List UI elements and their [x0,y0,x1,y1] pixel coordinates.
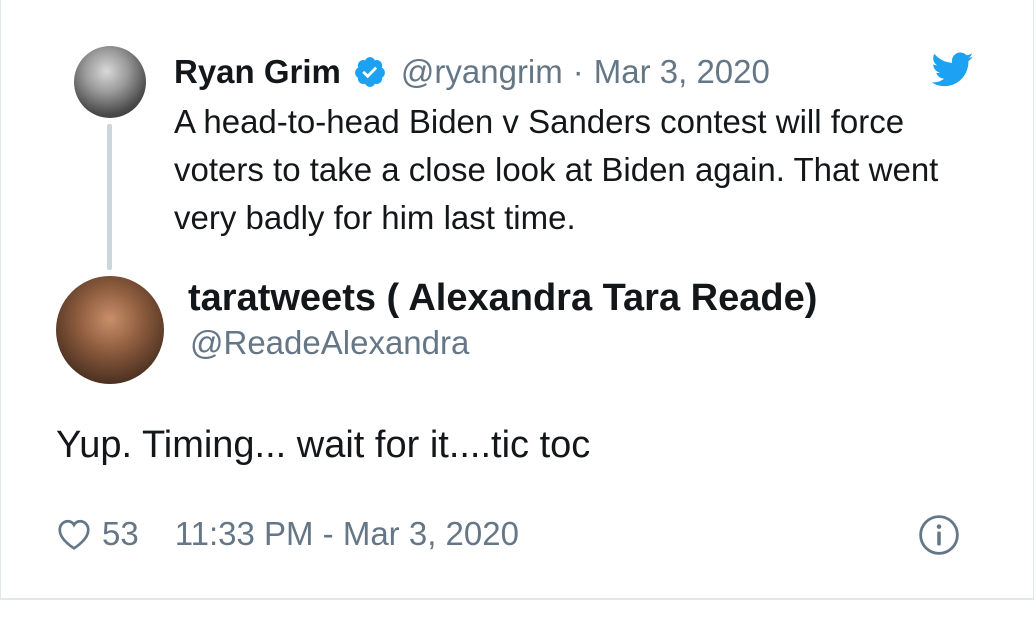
quoted-author-name[interactable]: Ryan Grim [174,53,341,91]
avatar-taratweets[interactable] [56,276,164,384]
avatar-ryan-grim[interactable] [74,46,146,118]
tweet-timestamp[interactable]: 11:33 PM - Mar 3, 2020 [175,515,519,553]
header-separator: · [572,53,584,90]
reply-author-name[interactable]: taratweets ( Alexandra Tara Reade) [188,277,817,320]
reply-author-handle[interactable]: @ReadeAlexandra [190,324,469,362]
twitter-bird-icon[interactable] [932,52,974,88]
thread-connector-line [107,124,112,270]
reply-tweet-text: Yup. Timing... wait for it....tic toc [56,424,591,466]
info-icon[interactable] [918,514,960,556]
tweet-footer: 53 11:33 PM - Mar 3, 2020 [56,512,519,556]
quoted-tweet-text: A head-to-head Biden v Sanders contest w… [174,103,939,236]
heart-icon[interactable] [56,517,92,551]
verified-badge-icon [355,57,385,87]
quoted-author-handle[interactable]: @ryangrim [401,53,563,91]
quoted-tweet-date[interactable]: Mar 3, 2020 [594,53,770,91]
quoted-tweet-header: Ryan Grim @ryangrim · Mar 3, 2020 [174,50,770,94]
like-count[interactable]: 53 [102,515,139,553]
